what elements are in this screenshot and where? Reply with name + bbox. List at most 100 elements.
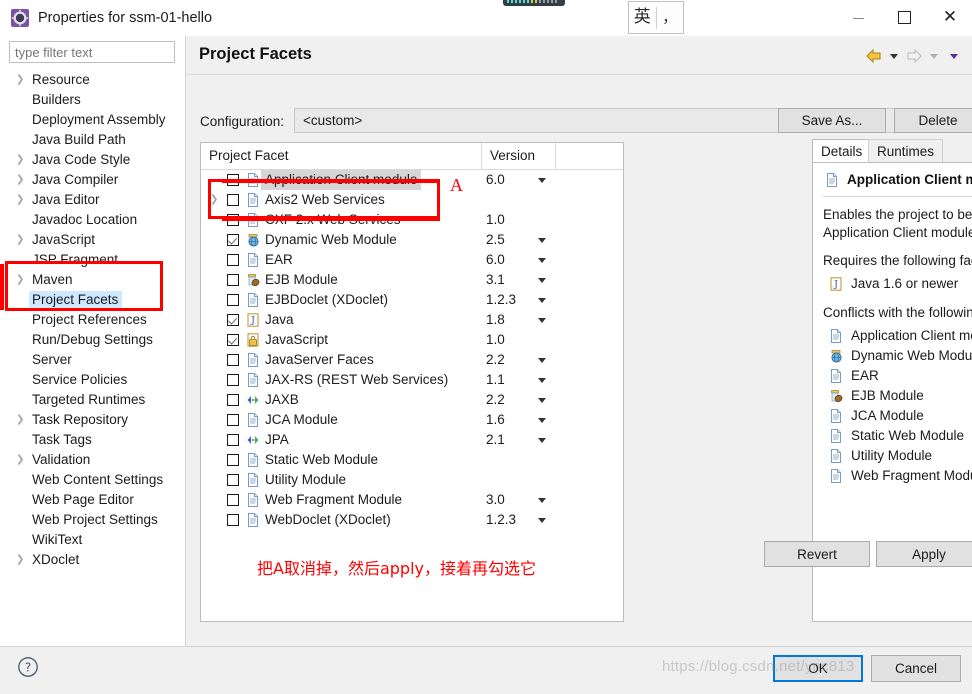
- sidebar-item-web-content-settings[interactable]: Web Content Settings: [0, 470, 186, 490]
- facet-checkbox[interactable]: [227, 234, 239, 246]
- ime-punctuation-toggle[interactable]: ，: [657, 2, 684, 33]
- facet-checkbox[interactable]: [227, 354, 239, 366]
- chevron-right-icon[interactable]: ❯: [16, 70, 26, 90]
- facet-row[interactable]: JAX-RS (REST Web Services)1.1: [201, 370, 623, 390]
- back-dropdown-icon[interactable]: [884, 45, 904, 67]
- facet-row[interactable]: EAR6.0: [201, 250, 623, 270]
- chevron-right-icon[interactable]: ❯: [16, 150, 26, 170]
- version-dropdown-icon[interactable]: [538, 518, 546, 523]
- facet-checkbox[interactable]: [227, 394, 239, 406]
- facet-checkbox[interactable]: [227, 414, 239, 426]
- version-dropdown-icon[interactable]: [538, 398, 546, 403]
- version-dropdown-icon[interactable]: [538, 498, 546, 503]
- sidebar-item-java-compiler[interactable]: ❯Java Compiler: [0, 170, 186, 190]
- sidebar-item-wikitext[interactable]: WikiText: [0, 530, 186, 550]
- version-dropdown-icon[interactable]: [538, 178, 546, 183]
- version-dropdown-icon[interactable]: [538, 238, 546, 243]
- sidebar-item-validation[interactable]: ❯Validation: [0, 450, 186, 470]
- facet-checkbox[interactable]: [227, 294, 239, 306]
- sidebar-item-javascript[interactable]: ❯JavaScript: [0, 230, 186, 250]
- sidebar-item-web-project-settings[interactable]: Web Project Settings: [0, 510, 186, 530]
- facet-row[interactable]: JCA Module1.6: [201, 410, 623, 430]
- chevron-right-icon[interactable]: ❯: [210, 190, 220, 210]
- sidebar-item-resource[interactable]: ❯Resource: [0, 70, 186, 90]
- filter-input[interactable]: [9, 41, 175, 63]
- facet-row[interactable]: EJB Module3.1: [201, 270, 623, 290]
- sidebar-item-builders[interactable]: Builders: [0, 90, 186, 110]
- save-as-button[interactable]: Save As...: [778, 108, 886, 133]
- apply-button[interactable]: Apply: [876, 541, 972, 567]
- cancel-button[interactable]: Cancel: [871, 655, 961, 682]
- facet-checkbox[interactable]: [227, 314, 239, 326]
- sidebar-item-server[interactable]: Server: [0, 350, 186, 370]
- sidebar-item-java-editor[interactable]: ❯Java Editor: [0, 190, 186, 210]
- revert-button[interactable]: Revert: [764, 541, 870, 567]
- facet-checkbox[interactable]: [227, 274, 239, 286]
- facet-checkbox[interactable]: [227, 434, 239, 446]
- chevron-right-icon[interactable]: ❯: [16, 230, 26, 250]
- sidebar-item-task-tags[interactable]: Task Tags: [0, 430, 186, 450]
- version-dropdown-icon[interactable]: [538, 278, 546, 283]
- version-dropdown-icon[interactable]: [538, 318, 546, 323]
- forward-arrow-icon[interactable]: [904, 45, 924, 67]
- version-dropdown-icon[interactable]: [538, 438, 546, 443]
- sidebar-item-xdoclet[interactable]: ❯XDoclet: [0, 550, 186, 570]
- facet-row[interactable]: JAXB2.2: [201, 390, 623, 410]
- version-dropdown-icon[interactable]: [538, 378, 546, 383]
- close-button[interactable]: ✕: [927, 0, 972, 34]
- chevron-right-icon[interactable]: ❯: [16, 450, 26, 470]
- sidebar-item-task-repository[interactable]: ❯Task Repository: [0, 410, 186, 430]
- facet-row[interactable]: Web Fragment Module3.0: [201, 490, 623, 510]
- chevron-right-icon[interactable]: ❯: [16, 190, 26, 210]
- chevron-right-icon[interactable]: ❯: [16, 170, 26, 190]
- minimize-button[interactable]: [835, 0, 881, 34]
- view-menu-icon[interactable]: [944, 45, 964, 67]
- facet-row[interactable]: Dynamic Web Module2.5: [201, 230, 623, 250]
- chevron-right-icon[interactable]: ❯: [16, 270, 26, 290]
- facet-row[interactable]: Static Web Module: [201, 450, 623, 470]
- sidebar-item-maven[interactable]: ❯Maven: [0, 270, 186, 290]
- facet-row[interactable]: Utility Module: [201, 470, 623, 490]
- facet-checkbox[interactable]: [227, 474, 239, 486]
- ime-mode[interactable]: 英: [629, 2, 656, 33]
- sidebar-item-jsp-fragment[interactable]: JSP Fragment: [0, 250, 186, 270]
- sidebar-item-javadoc-location[interactable]: Javadoc Location: [0, 210, 186, 230]
- facet-row[interactable]: JJava1.8: [201, 310, 623, 330]
- maximize-button[interactable]: [881, 0, 927, 34]
- tab-runtimes[interactable]: Runtimes: [868, 139, 943, 163]
- sidebar-item-run-debug-settings[interactable]: Run/Debug Settings: [0, 330, 186, 350]
- facet-row[interactable]: EJBDoclet (XDoclet)1.2.3: [201, 290, 623, 310]
- version-dropdown-icon[interactable]: [538, 358, 546, 363]
- help-icon[interactable]: ?: [17, 656, 39, 678]
- back-arrow-icon[interactable]: [864, 45, 884, 67]
- facet-checkbox[interactable]: [227, 254, 239, 266]
- sidebar-item-project-facets[interactable]: Project Facets: [0, 290, 186, 310]
- tab-details[interactable]: Details: [812, 139, 871, 163]
- facet-checkbox[interactable]: [227, 514, 239, 526]
- facet-row[interactable]: ❯Axis2 Web Services: [201, 190, 623, 210]
- facet-row[interactable]: WebDoclet (XDoclet)1.2.3: [201, 510, 623, 530]
- chevron-right-icon[interactable]: ❯: [16, 550, 26, 570]
- facet-checkbox[interactable]: [227, 194, 239, 206]
- sidebar-item-java-code-style[interactable]: ❯Java Code Style: [0, 150, 186, 170]
- facet-row[interactable]: JPA2.1: [201, 430, 623, 450]
- column-header-project-facet[interactable]: Project Facet: [209, 143, 289, 169]
- sidebar-item-targeted-runtimes[interactable]: Targeted Runtimes: [0, 390, 186, 410]
- column-header-version[interactable]: Version: [481, 143, 535, 169]
- facet-checkbox[interactable]: [227, 494, 239, 506]
- sidebar-item-java-build-path[interactable]: Java Build Path: [0, 130, 186, 150]
- facet-checkbox[interactable]: [227, 334, 239, 346]
- version-dropdown-icon[interactable]: [538, 298, 546, 303]
- sidebar-item-service-policies[interactable]: Service Policies: [0, 370, 186, 390]
- forward-dropdown-icon[interactable]: [924, 45, 944, 67]
- sidebar-item-project-references[interactable]: Project References: [0, 310, 186, 330]
- sidebar-item-web-page-editor[interactable]: Web Page Editor: [0, 490, 186, 510]
- delete-button[interactable]: Delete: [894, 108, 972, 133]
- ime-indicator[interactable]: 英 ，: [628, 1, 684, 34]
- facet-checkbox[interactable]: [227, 374, 239, 386]
- version-dropdown-icon[interactable]: [538, 258, 546, 263]
- facet-row[interactable]: JavaServer Faces2.2: [201, 350, 623, 370]
- version-dropdown-icon[interactable]: [538, 418, 546, 423]
- facet-row[interactable]: JavaScript1.0: [201, 330, 623, 350]
- chevron-right-icon[interactable]: ❯: [16, 410, 26, 430]
